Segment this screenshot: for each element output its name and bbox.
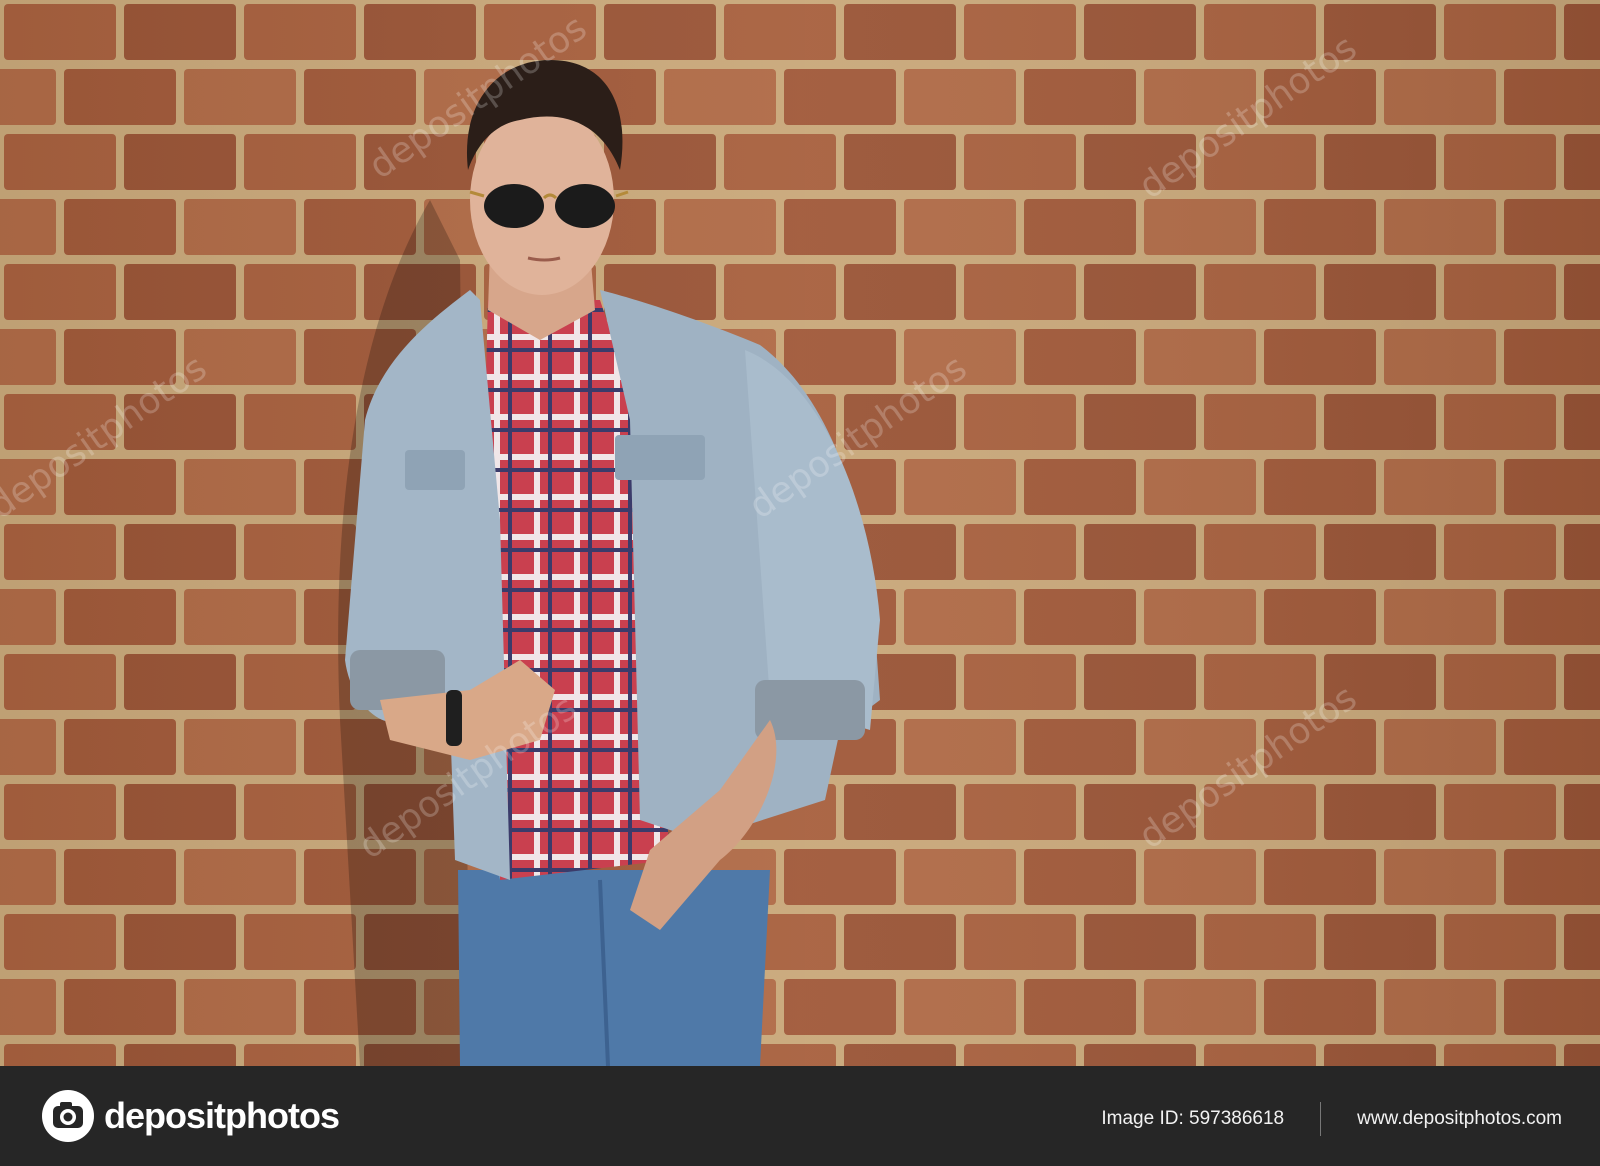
jeans [458, 870, 770, 1066]
depositphotos-logo[interactable]: depositphotos [40, 1088, 340, 1144]
meta-divider [1320, 1102, 1322, 1136]
stock-photo: depositphotos depositphotos depositphoto… [0, 0, 1600, 1066]
image-id: Image ID: 597386618 [1101, 1108, 1285, 1129]
website-link[interactable]: www.depositphotos.com [1357, 1108, 1562, 1130]
image-meta: Image ID: 597386618 www.depositphotos.co… [1101, 1102, 1562, 1136]
brand-name: depositphotos [104, 1095, 340, 1136]
footer-bar: depositphotos Image ID: 597386618 www.de… [0, 1066, 1600, 1166]
camera-logo-icon [42, 1090, 94, 1142]
